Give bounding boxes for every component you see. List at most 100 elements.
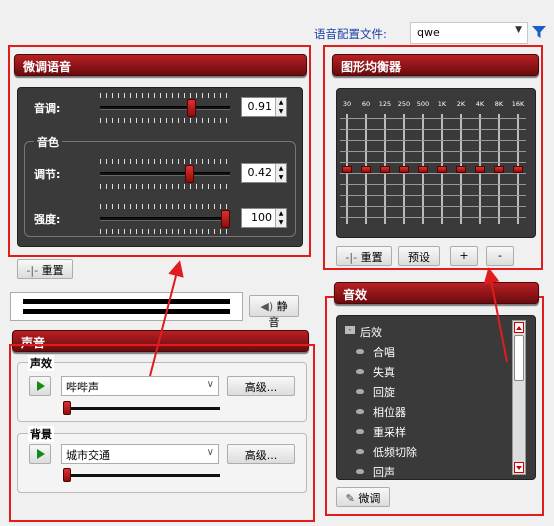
eq-gridline: [340, 162, 526, 163]
strength-spinbox[interactable]: 100 ▲ ▼: [241, 208, 287, 228]
eq-band-thumb[interactable]: [380, 166, 390, 173]
effect-item[interactable]: 合唱: [373, 344, 395, 360]
strength-value: 100: [251, 211, 272, 224]
effect-volume-thumb[interactable]: [63, 401, 71, 415]
effects-root-item[interactable]: 后效: [360, 324, 382, 340]
equalizer-header: 图形均衡器: [332, 54, 539, 76]
tune-voice-header: 微调语音: [14, 54, 307, 76]
pitch-slider-thumb[interactable]: [187, 99, 196, 117]
eq-band-thumb[interactable]: [456, 166, 466, 173]
eq-band-label: 500: [416, 100, 430, 108]
effect-item[interactable]: 回旋: [373, 384, 395, 400]
eq-band-thumb[interactable]: [437, 166, 447, 173]
scroll-up-icon[interactable]: [514, 322, 524, 333]
effect-item[interactable]: 重采样: [373, 424, 406, 440]
eq-band-label: 1K: [437, 100, 447, 108]
background-volume-thumb[interactable]: [63, 468, 71, 482]
background-advanced-button[interactable]: 高级...: [227, 444, 295, 464]
effect-item-icon: [356, 469, 364, 474]
eq-preset-button[interactable]: 预设: [398, 246, 440, 266]
effect-select-value: 哔哔声: [66, 381, 99, 394]
background-select[interactable]: 城市交通 ∨: [61, 444, 219, 464]
eq-band-label: 60: [361, 100, 371, 108]
tune-reset-label: 重置: [41, 264, 64, 277]
eq-band-thumb[interactable]: [494, 166, 504, 173]
eq-reset-button[interactable]: -|- 重置: [336, 246, 392, 266]
effect-item-icon: [356, 349, 364, 354]
eq-reset-label: 重置: [360, 251, 383, 264]
background-volume-slider[interactable]: [63, 468, 220, 482]
strength-slider[interactable]: [100, 204, 230, 234]
adjust-slider[interactable]: [100, 159, 230, 189]
fx-tune-button[interactable]: ✎ 微调: [336, 487, 390, 507]
fx-tune-label: 微调: [358, 492, 381, 505]
scroll-thumb[interactable]: [514, 335, 524, 381]
tune-reset-button[interactable]: -|- 重置: [17, 259, 73, 279]
chevron-down-icon: ▼: [515, 25, 522, 35]
eq-band-label: 2K: [456, 100, 466, 108]
effect-volume-slider[interactable]: [63, 401, 220, 415]
eq-band-thumb[interactable]: [418, 166, 428, 173]
config-file-value: qwe: [417, 26, 440, 39]
spin-arrows-icon[interactable]: ▲ ▼: [275, 164, 286, 182]
eq-add-button[interactable]: +: [450, 246, 478, 266]
speaker-icon: ◀): [260, 300, 274, 313]
effects-group-title: 声效: [28, 355, 54, 371]
eq-gridline: [340, 184, 526, 185]
eq-band-label: 30: [342, 100, 352, 108]
eq-gridline: [340, 140, 526, 141]
effect-select[interactable]: 哔哔声 ∨: [61, 376, 219, 396]
play-background-button[interactable]: [29, 444, 51, 464]
pitch-value: 0.91: [247, 100, 273, 113]
spin-arrows-icon[interactable]: ▲ ▼: [275, 209, 286, 227]
effect-item-icon: [356, 409, 364, 414]
eq-band-label: 250: [397, 100, 411, 108]
config-file-select[interactable]: qwe ▼: [410, 22, 528, 44]
adjust-spinbox[interactable]: 0.42 ▲ ▼: [241, 163, 287, 183]
background-select-value: 城市交通: [66, 449, 110, 462]
collapse-icon[interactable]: -: [345, 326, 355, 334]
effects-header: 音效: [334, 282, 539, 304]
eq-gridline: [340, 173, 526, 174]
reset-icon: -|-: [345, 251, 358, 264]
scroll-down-icon[interactable]: [514, 462, 524, 473]
effect-item-icon: [356, 389, 364, 394]
eq-remove-button[interactable]: -: [486, 246, 514, 266]
timbre-title: 音色: [34, 134, 62, 150]
effect-item-icon: [356, 369, 364, 374]
eq-band-thumb[interactable]: [475, 166, 485, 173]
mute-button[interactable]: ◀) 静音: [249, 295, 299, 329]
strength-slider-thumb[interactable]: [221, 210, 230, 228]
config-file-label: 语音配置文件:: [314, 27, 387, 41]
reset-icon: -|-: [26, 264, 39, 277]
wrench-icon: ✎: [345, 492, 355, 505]
effect-item[interactable]: 回声: [373, 464, 395, 480]
adjust-value: 0.42: [247, 166, 273, 179]
eq-band-thumb[interactable]: [513, 166, 523, 173]
adjust-slider-thumb[interactable]: [185, 165, 194, 183]
effects-scrollbar[interactable]: [512, 320, 526, 475]
play-effect-button[interactable]: [29, 376, 51, 396]
eq-gridline: [340, 129, 526, 130]
eq-gridline: [340, 206, 526, 207]
background-group-title: 背景: [28, 426, 54, 442]
eq-band-label: 125: [378, 100, 392, 108]
eq-band-label: 16K: [511, 100, 525, 108]
spin-arrows-icon[interactable]: ▲ ▼: [275, 98, 286, 116]
effect-item[interactable]: 低频切除: [373, 444, 417, 460]
eq-band-thumb[interactable]: [399, 166, 409, 173]
effect-item-icon: [356, 429, 364, 434]
pitch-spinbox[interactable]: 0.91 ▲ ▼: [241, 97, 287, 117]
eq-band-thumb[interactable]: [361, 166, 371, 173]
effect-item[interactable]: 相位器: [373, 404, 406, 420]
effect-item[interactable]: 失真: [373, 364, 395, 380]
filter-icon[interactable]: [531, 24, 547, 40]
eq-band-thumb[interactable]: [342, 166, 352, 173]
strength-label: 强度:: [34, 213, 61, 226]
chevron-down-icon: ∨: [206, 379, 214, 390]
effect-advanced-button[interactable]: 高级...: [227, 376, 295, 396]
pitch-slider[interactable]: [100, 93, 230, 123]
eq-gridline: [340, 151, 526, 152]
eq-gridline: [340, 118, 526, 119]
eq-gridline: [340, 195, 526, 196]
